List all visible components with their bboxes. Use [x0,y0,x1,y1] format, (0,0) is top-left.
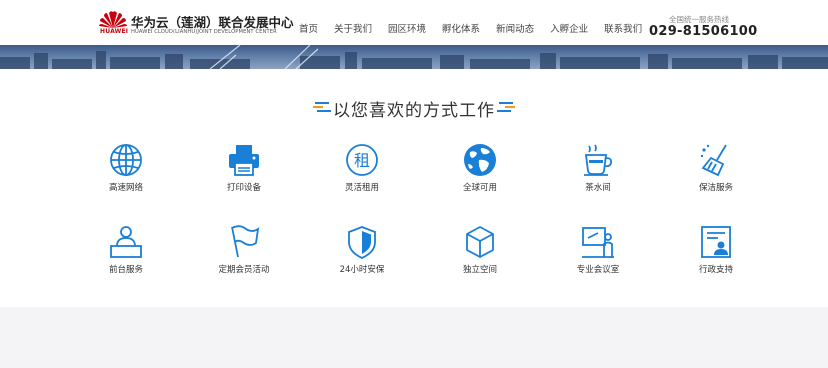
feature-label: 专业会议室 [576,265,620,275]
hotline-number: 029-81506100 [649,24,758,39]
feature-printing[interactable]: 打印设备 [199,142,289,193]
city-skyline-image [0,45,828,69]
feature-label: 独立空间 [462,265,497,275]
nav-item-incubation[interactable]: 孵化体系 [442,23,480,37]
page-bottom-area [0,307,828,368]
banner-image [0,45,828,69]
feature-member-events[interactable]: 定期会员活动 [199,224,289,275]
presentation-icon [582,227,614,258]
feature-label: 保洁服务 [698,183,733,193]
rent-icon: 租 [346,144,378,176]
site-header: HUAWEI 华为云（莲湖）联合发展中心 HUAWEI CLOUD(LIANHU… [0,0,828,45]
cube-icon [466,226,494,258]
feature-security[interactable]: 24小时安保 [317,224,407,275]
admin-support-icon [701,226,731,258]
broom-icon [700,144,727,177]
globe-icon [110,144,142,176]
huawei-flower-icon [99,11,127,28]
tea-cup-icon [584,144,613,176]
nav-item-environment[interactable]: 园区环境 [388,23,426,37]
title-decoration-right-icon [497,102,515,112]
svg-text:租: 租 [354,151,370,170]
feature-high-speed-network[interactable]: 高速网络 [81,142,171,193]
features-section: 以您喜欢的方式工作 高速网络 打印设备 租 灵活租用 全球可用 茶水间 保洁服务… [0,69,828,307]
shield-icon [348,226,376,259]
feature-label: 行政支持 [698,265,733,275]
site-subtitle: HUAWEI CLOUD(LIANHU)JOINT DEVELOPMENT CE… [131,29,277,35]
logo-wordmark: HUAWEI [100,28,129,35]
feature-global-availability[interactable]: 全球可用 [435,142,525,193]
nav-item-contact[interactable]: 联系我们 [604,23,642,37]
printer-icon [229,145,259,176]
feature-private-space[interactable]: 独立空间 [435,224,525,275]
feature-meeting-room[interactable]: 专业会议室 [553,224,643,275]
feature-label: 全球可用 [462,183,497,193]
feature-tea-room[interactable]: 茶水间 [553,142,643,193]
feature-label: 定期会员活动 [218,265,270,275]
feature-label: 打印设备 [226,183,261,193]
reception-desk-icon [110,226,142,258]
earth-icon [464,144,496,176]
feature-cleaning-service[interactable]: 保洁服务 [671,142,761,193]
section-title: 以您喜欢的方式工作 [333,101,495,121]
feature-label: 24小时安保 [339,265,385,275]
feature-label: 高速网络 [108,183,143,193]
feature-admin-support[interactable]: 行政支持 [671,224,761,275]
nav-item-news[interactable]: 新闻动态 [496,23,534,37]
nav-item-about[interactable]: 关于我们 [334,23,372,37]
nav-item-home[interactable]: 首页 [299,23,318,37]
feature-flexible-rental[interactable]: 租 灵活租用 [317,142,407,193]
feature-label: 茶水间 [585,183,611,193]
feature-label: 灵活租用 [344,183,379,193]
flag-icon [231,225,260,258]
feature-label: 前台服务 [108,265,143,275]
main-nav: 首页 关于我们 园区环境 孵化体系 新闻动态 入孵企业 联系我们 [299,23,658,37]
nav-item-companies[interactable]: 入孵企业 [550,23,588,37]
feature-reception-service[interactable]: 前台服务 [81,224,171,275]
